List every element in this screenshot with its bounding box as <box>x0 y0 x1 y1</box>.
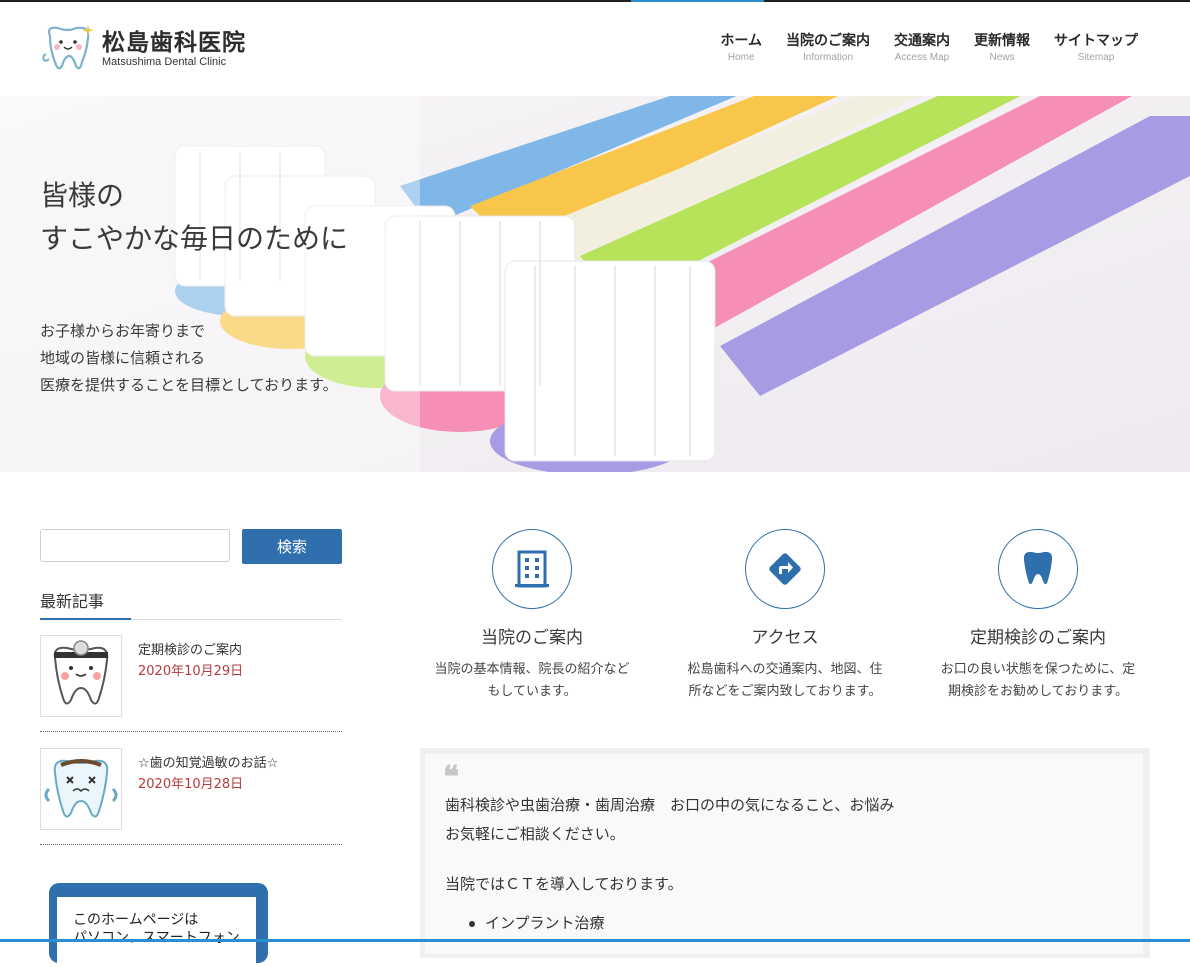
nav-label: 更新情報 <box>974 33 1030 49</box>
site-logo[interactable]: 松島歯科医院 Matsushima Dental Clinic <box>40 20 246 78</box>
content-text: 当院ではＣＴを導入しております。 <box>445 875 683 893</box>
nav-sublabel: Access Map <box>894 52 950 63</box>
nav-item-news[interactable]: 更新情報 News <box>974 32 1030 66</box>
hero-title-line: すこやかな毎日のために <box>40 222 349 255</box>
toothbrush-hero-image <box>0 96 1190 472</box>
logo-title: 松島歯科医院 <box>102 29 246 56</box>
bullet-icon <box>469 921 475 927</box>
nav-label: ホーム <box>720 33 762 49</box>
post-date: 2020年10月29日 <box>138 664 244 679</box>
nav-item-access-map[interactable]: 交通案内 Access Map <box>894 32 950 66</box>
hero-text: お子様からお年寄りまで 地域の皆様に信頼される 医療を提供することを目標としてお… <box>40 318 338 399</box>
nav-item-sitemap[interactable]: サイトマップ Sitemap <box>1054 32 1138 66</box>
hero-text-line: お子様からお年寄りまで <box>40 322 206 340</box>
search-input[interactable] <box>40 529 230 562</box>
site-header: 松島歯科医院 Matsushima Dental Clinic ホーム Home… <box>0 2 1190 97</box>
feature-desc-line: お口の良い状態を保つために、定 <box>940 662 1136 677</box>
tooth-icon <box>1023 551 1053 585</box>
directions-icon <box>769 553 801 585</box>
feature-title: 当院のご案内 <box>481 628 583 648</box>
post-thumbnail[interactable] <box>40 635 122 717</box>
logo-subtitle: Matsushima Dental Clinic <box>102 55 227 68</box>
feature-desc-line: 所などをご案内致しております。 <box>688 684 882 699</box>
post-title[interactable]: ☆歯の知覚過敏のお話☆ <box>138 752 278 771</box>
feature-title: アクセス <box>751 628 819 648</box>
building-icon <box>515 550 549 588</box>
main-nav: ホーム Home 当院のご案内 Information 交通案内 Access … <box>696 32 1138 66</box>
hero-banner: 皆様の すこやかな毎日のために お子様からお年寄りまで 地域の皆様に信頼される … <box>0 96 1190 472</box>
nav-item-information[interactable]: 当院のご案内 Information <box>786 32 870 66</box>
feature-information[interactable]: 当院のご案内 当院の基本情報、院長の紹介など もしています。 <box>417 529 647 703</box>
notice-widget: このホームページは パソコン、スマートフォン <box>49 883 268 967</box>
nav-sublabel: News <box>989 52 1015 63</box>
nav-label: サイトマップ <box>1054 33 1138 49</box>
tooth-mascot-icon <box>42 25 94 70</box>
feature-icon-circle[interactable] <box>745 529 825 609</box>
content-text: 歯科検診や虫歯治療・歯周治療 お口の中の気になること、お悩み <box>445 796 895 814</box>
nav-label: 交通案内 <box>894 33 950 49</box>
hero-title: 皆様の すこやかな毎日のために <box>40 174 348 260</box>
divider-accent <box>40 618 131 620</box>
feature-description: 当院の基本情報、院長の紹介など もしています。 <box>417 659 647 703</box>
feature-desc-line: 当院の基本情報、院長の紹介など <box>434 662 630 677</box>
feature-description: 松島歯科への交通案内、地図、住 所などをご案内致しております。 <box>670 659 900 703</box>
recent-posts-title: 最新記事 <box>40 592 105 611</box>
notice-line: パソコン、スマートフォン <box>73 930 240 946</box>
nav-sublabel: Sitemap <box>1077 52 1115 63</box>
quote-icon: ❝ <box>443 760 460 795</box>
hero-title-line: 皆様の <box>40 179 125 212</box>
feature-description: お口の良い状態を保つために、定 期検診をお勧めしております。 <box>923 659 1153 703</box>
feature-icon-circle[interactable] <box>998 529 1078 609</box>
nav-item-home[interactable]: ホーム Home <box>720 32 762 66</box>
search-button[interactable]: 検索 <box>242 529 342 564</box>
nav-label: 当院のご案内 <box>786 33 870 49</box>
post-thumbnail[interactable] <box>40 748 122 830</box>
blockquote: ❝ 歯科検診や虫歯治療・歯周治療 お口の中の気になること、お悩み お気軽にご相談… <box>425 754 1143 954</box>
list-item: インプラント治療 <box>485 914 605 932</box>
post-separator <box>40 844 342 845</box>
post-title[interactable]: 定期検診のご案内 <box>138 639 242 658</box>
content-text: お気軽にご相談ください。 <box>445 825 625 843</box>
post-date: 2020年10月28日 <box>138 777 244 792</box>
nav-sublabel: Home <box>727 52 755 63</box>
hero-text-line: 医療を提供することを目標としております。 <box>40 376 338 394</box>
post-separator <box>40 731 342 732</box>
hero-text-line: 地域の皆様に信頼される <box>40 349 206 367</box>
feature-desc-line: 期検診をお勧めしております。 <box>948 684 1128 699</box>
content-box: ❝ 歯科検診や虫歯治療・歯周治療 お口の中の気になること、お悩み お気軽にご相談… <box>420 748 1150 958</box>
feature-desc-line: 松島歯科への交通案内、地図、住 <box>687 662 883 677</box>
feature-access[interactable]: アクセス 松島歯科への交通案内、地図、住 所などをご案内致しております。 <box>670 529 900 703</box>
feature-checkup[interactable]: 定期検診のご案内 お口の良い状態を保つために、定 期検診をお勧めしております。 <box>923 529 1153 703</box>
feature-title: 定期検診のご案内 <box>970 628 1106 648</box>
feature-desc-line: もしています。 <box>487 684 577 699</box>
nav-sublabel: Information <box>802 52 854 63</box>
sensitive-tooth-icon <box>44 759 118 818</box>
tooth-doctor-icon <box>53 640 109 705</box>
feature-icon-circle[interactable] <box>492 529 572 609</box>
notice-line: このホームページは <box>73 912 199 928</box>
notice-box: このホームページは パソコン、スマートフォン <box>57 897 256 967</box>
